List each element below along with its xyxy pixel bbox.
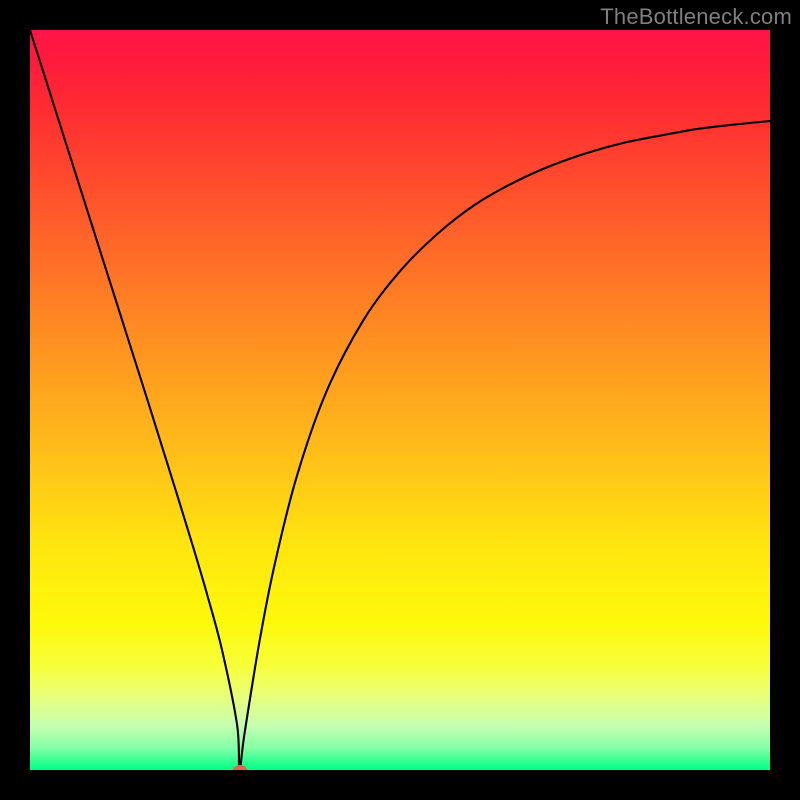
watermark-text: TheBottleneck.com <box>600 4 792 30</box>
plot-area <box>30 30 770 770</box>
minimum-marker <box>233 765 247 770</box>
gradient-background <box>30 30 770 770</box>
chart-stage: TheBottleneck.com <box>0 0 800 800</box>
